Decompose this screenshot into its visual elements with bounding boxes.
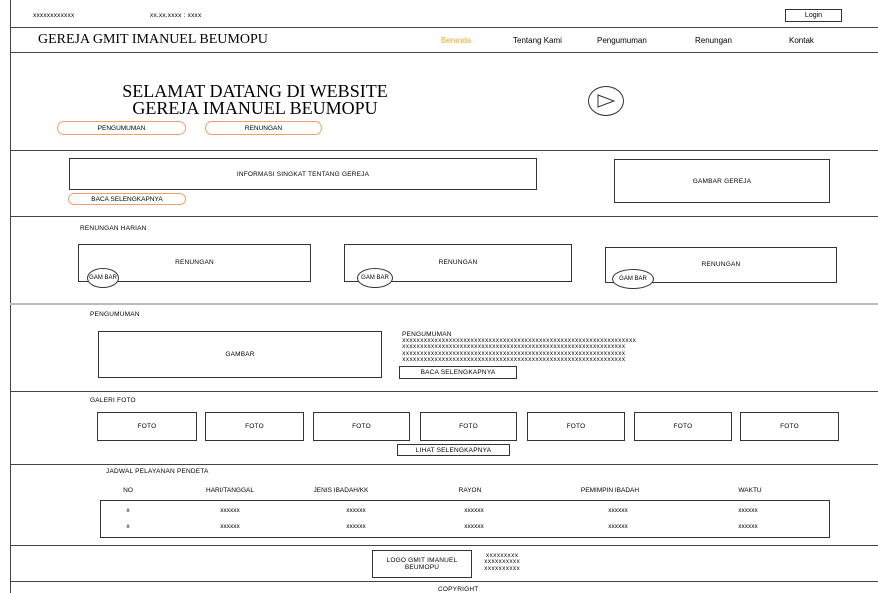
schedule-col-header: RAYON <box>458 487 482 494</box>
church-image-placeholder: GAMBAR GEREJA <box>614 159 830 203</box>
login-button[interactable]: Login <box>785 9 842 22</box>
hero-renungan-button[interactable]: RENUNGAN <box>205 121 322 135</box>
announcement-text-line: xxxxxxxxxxxxxxxxxxxxxxxxxxxxxxxxxxxxxxxx… <box>402 355 626 363</box>
divider-gallery <box>10 464 878 465</box>
schedule-col-header: HARI/TANGGAL <box>206 487 254 494</box>
schedule-cell: xxxxxx <box>738 507 758 514</box>
announcement-image-label: GAMBAR <box>225 351 255 358</box>
page-left-border <box>10 0 11 593</box>
schedule-heading: JADWAL PELAYANAN PENDETA <box>106 468 209 475</box>
divider-footer <box>10 581 878 582</box>
gallery-photo[interactable]: FOTO <box>97 412 197 441</box>
gallery-see-more-label: LIHAT SELENGKAPNYA <box>415 446 492 454</box>
gallery-photo[interactable]: FOTO <box>420 412 517 441</box>
devotional-heading: RENUNGAN HARIAN <box>80 225 147 232</box>
nav-kontak[interactable]: Kontak <box>789 36 814 45</box>
hero-pengumuman-button[interactable]: PENGUMUMAN <box>57 121 186 135</box>
divider-header <box>10 52 878 53</box>
schedule-cell: xxxxxx <box>608 523 628 530</box>
nav-renungan[interactable]: Renungan <box>695 36 732 45</box>
play-video-button[interactable] <box>588 86 624 116</box>
gallery-see-more-button[interactable]: LIHAT SELENGKAPNYA <box>397 444 510 456</box>
schedule-cell: xxxxxx <box>346 523 366 530</box>
devotional-card-image: GAM BAR <box>357 268 393 288</box>
schedule-cell: xxxxxx <box>346 507 366 514</box>
topbar-datetime: xx,xx,xxxx : xxxx <box>150 12 202 19</box>
gallery-photo-label: FOTO <box>459 423 478 430</box>
gallery-heading: GALERI FOTO <box>90 397 136 404</box>
hero-title: SELAMAT DATANG DI WEBSITE GEREJA IMANUEL… <box>66 82 444 118</box>
announcement-read-more-button[interactable]: BACA SELENGKAPNYA <box>399 366 517 379</box>
devotional-card-title: RENUNGAN <box>438 259 478 266</box>
schedule-col-header: PEMIMPIN IBADAH <box>580 487 640 494</box>
schedule-table <box>100 500 830 538</box>
divider-about <box>10 216 878 217</box>
devotional-card-image: GAM BAR <box>87 268 119 288</box>
gallery-photo-label: FOTO <box>673 423 693 430</box>
footer-logo-text: LOGO GMIT IMANUEL BEUMOPU <box>386 557 458 571</box>
about-info-text: INFORMASI SINGKAT TENTANG GEREJA <box>236 170 370 178</box>
gallery-photo-label: FOTO <box>245 423 264 430</box>
gallery-photo-label: FOTO <box>352 423 371 430</box>
gallery-photo[interactable]: FOTO <box>313 412 410 441</box>
announcement-read-more-label: BACA SELENGKAPNYA <box>420 369 496 376</box>
footer-info: xxxxxxxxx xxxxxxxxxx xxxxxxxxxx <box>484 552 521 572</box>
nav-tentang-kami[interactable]: Tentang Kami <box>513 36 562 45</box>
divider-schedule <box>10 545 878 546</box>
copyright-text: COPYRIGHT <box>438 586 479 593</box>
schedule-col-header: WAKTU <box>738 487 762 494</box>
gallery-photo-label: FOTO <box>137 423 157 430</box>
schedule-col-header: JENIS IBADAH/KK <box>313 487 369 494</box>
nav-beranda[interactable]: Beranda <box>441 36 471 45</box>
schedule-cell: xxxxxx <box>464 523 484 530</box>
gallery-photo[interactable]: FOTO <box>205 412 304 441</box>
divider-topbar <box>10 27 878 28</box>
schedule-cell: x <box>126 507 130 514</box>
gallery-photo[interactable]: FOTO <box>740 412 839 441</box>
schedule-cell: xxxxxx <box>738 523 758 530</box>
footer-info-line: xxxxxxxxxx <box>484 564 521 572</box>
church-image-label: GAMBAR GEREJA <box>692 177 752 185</box>
about-info-box: INFORMASI SINGKAT TENTANG GEREJA <box>69 158 537 190</box>
schedule-cell: xxxxxx <box>608 507 628 514</box>
play-icon <box>597 94 615 108</box>
site-brand[interactable]: GEREJA GMIT IMANUEL BEUMOPU <box>38 32 268 48</box>
schedule-cell: xxxxxx <box>220 523 240 530</box>
announcement-body: PENGUMUMAN xxxxxxxxxxxxxxxxxxxxxxxxxxxxx… <box>402 331 636 363</box>
schedule-col-header: NO <box>123 487 133 494</box>
nav-pengumuman[interactable]: Pengumuman <box>597 36 647 45</box>
announcement-heading: PENGUMUMAN <box>90 311 140 318</box>
footer-logo: LOGO GMIT IMANUEL BEUMOPU <box>372 550 472 578</box>
divider-devotional <box>10 303 878 305</box>
hero-title-line2: GEREJA IMANUEL BEUMOPU <box>132 98 378 118</box>
gallery-photo[interactable]: FOTO <box>527 412 625 441</box>
topbar-contact: xxxxxxxxxxxx <box>33 12 75 19</box>
about-read-more-button[interactable]: BACA SELENGKAPNYA <box>68 193 186 205</box>
gallery-photo-label: FOTO <box>780 423 799 430</box>
devotional-card-title: RENUNGAN <box>701 261 741 268</box>
schedule-cell: x <box>126 523 130 530</box>
announcement-image-placeholder: GAMBAR <box>98 331 382 378</box>
divider-hero <box>10 150 878 151</box>
schedule-cell: xxxxxx <box>220 507 240 514</box>
divider-announcement <box>10 391 878 392</box>
devotional-card-image: GAM BAR <box>612 269 654 289</box>
devotional-card-title: RENUNGAN <box>175 259 214 266</box>
schedule-cell: xxxxxx <box>464 507 484 514</box>
gallery-photo[interactable]: FOTO <box>634 412 732 441</box>
gallery-photo-label: FOTO <box>566 423 586 430</box>
